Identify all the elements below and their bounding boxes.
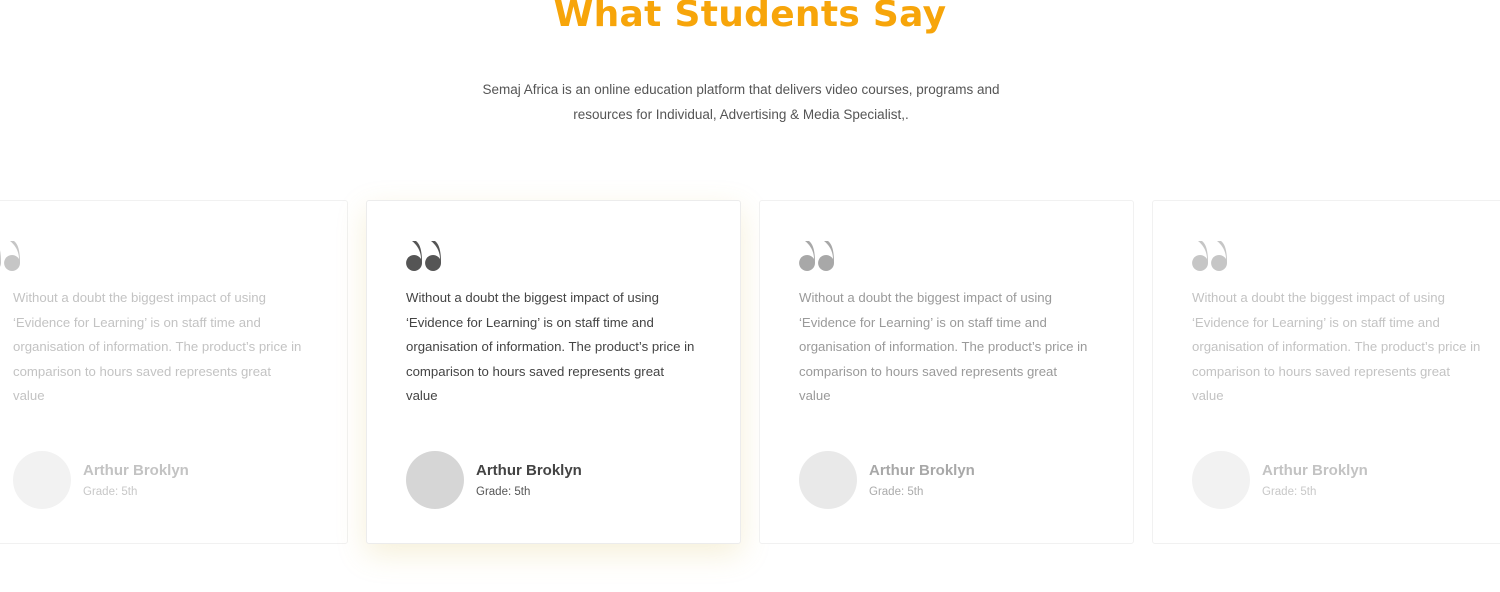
student-name: Arthur Broklyn [83,462,189,479]
intro-line-2: resources for Individual, Advertising & … [573,107,909,122]
student-name: Arthur Broklyn [1262,462,1368,479]
testimonial-card-active[interactable]: Without a doubt the biggest impact of us… [366,200,741,544]
testimonial-card[interactable]: Without a doubt the biggest impact of us… [0,200,348,544]
student-grade: Grade: 5th [869,486,924,498]
student-name: Arthur Broklyn [869,462,975,479]
quote-icon [799,241,834,271]
testimonial-slider[interactable]: Without a doubt the biggest impact of us… [0,200,1500,546]
avatar [13,451,71,509]
avatar [799,451,857,509]
avatar [1192,451,1250,509]
student-name: Arthur Broklyn [476,462,582,479]
testimonial-card[interactable]: Without a doubt the biggest impact of us… [759,200,1134,544]
quote-icon [0,241,20,271]
student-grade: Grade: 5th [83,486,138,498]
quote-icon [406,241,441,271]
section-title: What Students Say [553,0,947,35]
student-grade: Grade: 5th [476,486,531,498]
testimonial-quote: Without a doubt the biggest impact of us… [799,290,1088,403]
section-intro: Semaj Africa is an online education plat… [450,77,1032,127]
quote-icon [1192,241,1227,271]
avatar [406,451,464,509]
testimonial-quote: Without a doubt the biggest impact of us… [406,290,695,403]
testimonial-quote: Without a doubt the biggest impact of us… [13,290,302,403]
student-grade: Grade: 5th [1262,486,1317,498]
testimonial-card[interactable]: Without a doubt the biggest impact of us… [1152,200,1500,544]
testimonial-quote: Without a doubt the biggest impact of us… [1192,290,1481,403]
intro-line-1: Semaj Africa is an online education plat… [482,82,1000,97]
